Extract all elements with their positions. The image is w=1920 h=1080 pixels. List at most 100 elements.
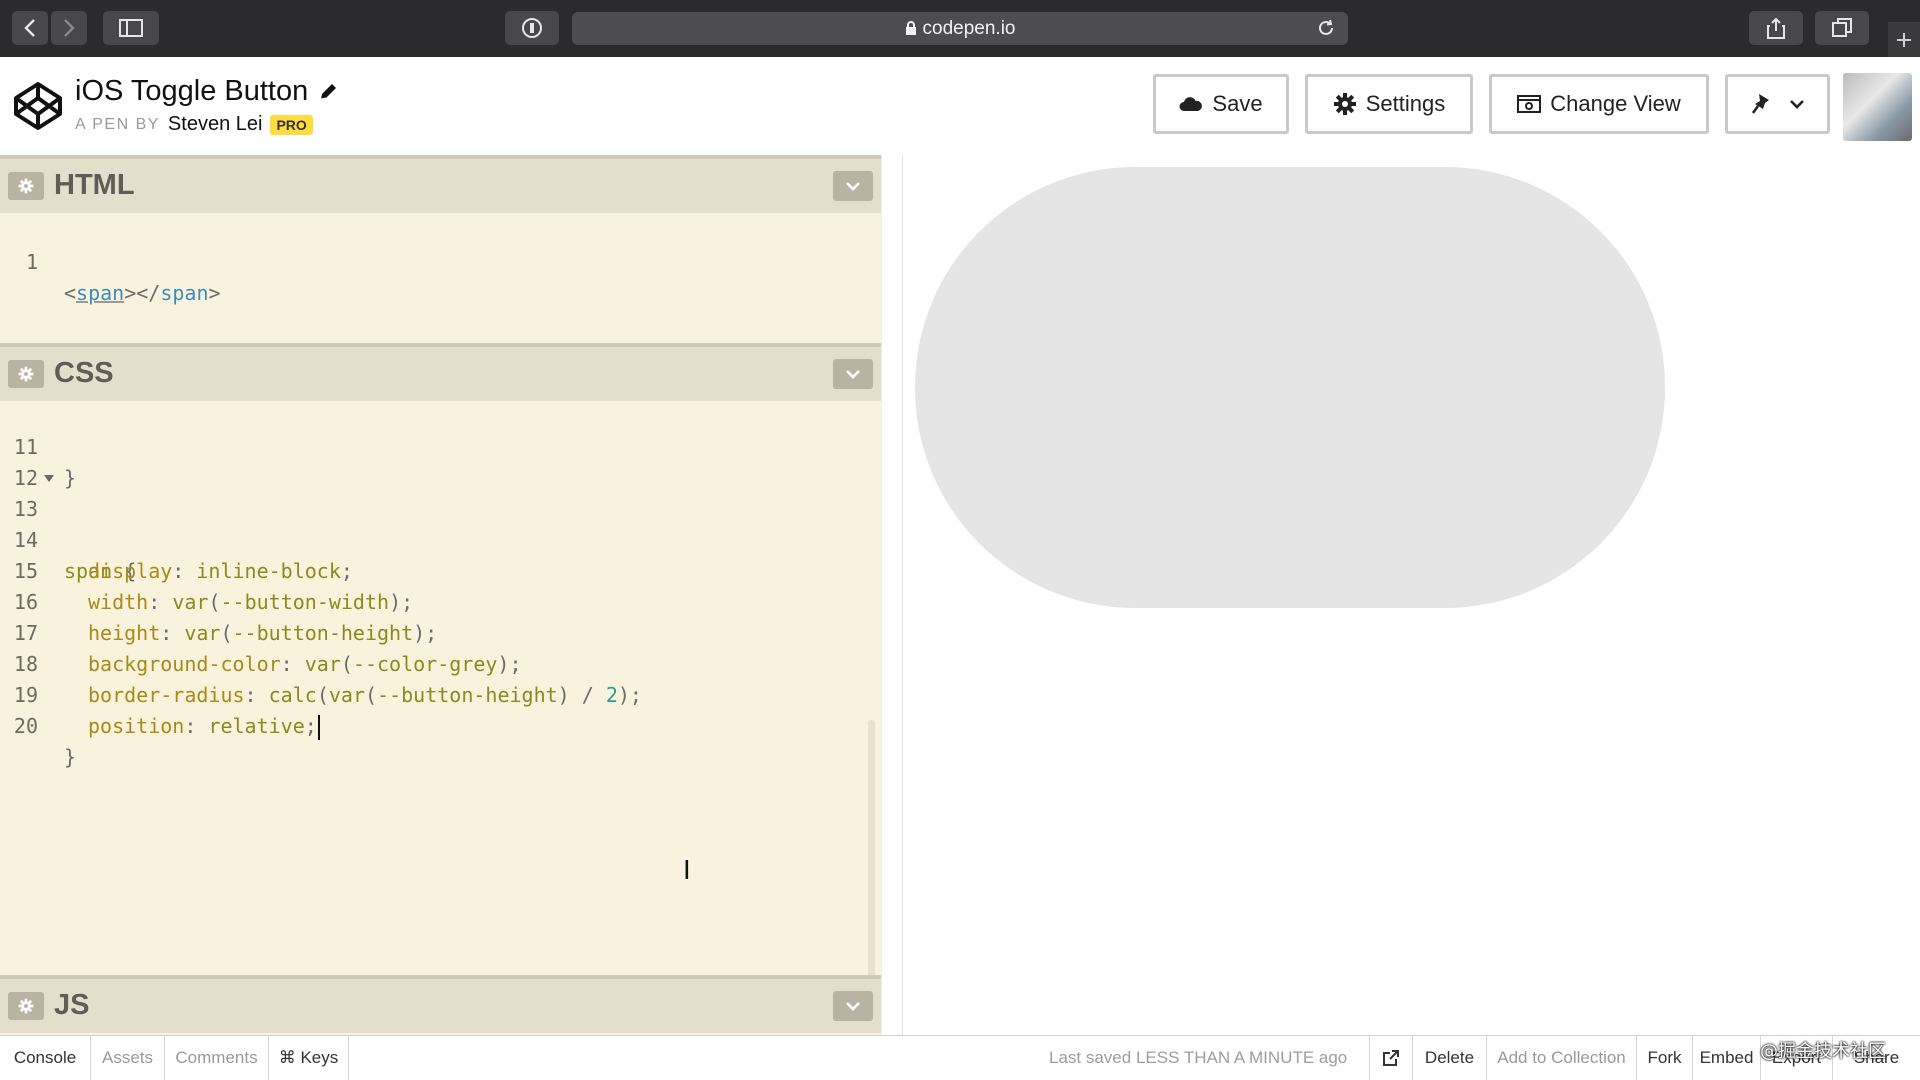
fork-button[interactable]: Fork — [1637, 1036, 1693, 1080]
code-token: < — [64, 281, 77, 305]
css-pane-title: CSS — [54, 357, 114, 389]
gear-icon — [18, 366, 34, 382]
forward-icon — [64, 19, 75, 37]
code-text: position: relative; — [88, 711, 320, 742]
code-token: span — [76, 281, 125, 305]
js-settings-button[interactable] — [8, 992, 44, 1020]
code-line: 14 display: inline-block; — [0, 494, 881, 583]
gear-icon — [18, 998, 34, 1014]
css-pane-header: CSS — [0, 343, 881, 401]
watermark: @掘金技术社区 — [1760, 1041, 1886, 1062]
code-line: 18 border-radius: calc(var(--button-heig… — [0, 618, 881, 707]
gear-icon — [18, 178, 34, 194]
share-button[interactable] — [1749, 11, 1803, 45]
code-token: span — [160, 281, 209, 305]
external-view-button[interactable] — [1369, 1036, 1413, 1080]
pen-byline: A PEN BY Steven Lei PRO — [75, 113, 313, 136]
sidebar-toggle-button[interactable] — [103, 11, 159, 45]
console-button[interactable]: Console — [0, 1036, 91, 1080]
tabs-button[interactable] — [1815, 11, 1869, 45]
tabs-icon — [1832, 18, 1852, 37]
change-view-label: Change View — [1550, 91, 1681, 116]
lock-icon — [905, 21, 916, 35]
save-button[interactable]: Save — [1153, 74, 1289, 134]
settings-label: Settings — [1365, 91, 1446, 116]
codepen-logo[interactable] — [13, 81, 63, 131]
code-line: 17 background-color: var(--color-grey); — [0, 587, 881, 676]
css-settings-button[interactable] — [8, 360, 44, 388]
save-label: Save — [1212, 91, 1263, 116]
css-scrollbar[interactable] — [868, 720, 875, 1002]
js-pane-title: JS — [54, 989, 90, 1021]
html-code-area[interactable]: 1 <span></span> — [0, 213, 881, 341]
chevron-down-icon — [846, 182, 860, 191]
back-button[interactable] — [12, 11, 48, 45]
text-cursor — [317, 715, 320, 740]
gear-icon — [1333, 93, 1356, 115]
code-token: relative — [208, 714, 305, 738]
share-icon — [1767, 17, 1785, 39]
forward-button[interactable] — [51, 11, 87, 45]
assets-button[interactable]: Assets — [91, 1036, 165, 1080]
code-line: 1 <span></span> — [0, 216, 881, 305]
cloud-icon — [1179, 97, 1203, 111]
code-line: 20 } — [0, 680, 881, 769]
sidebar-icon — [119, 19, 143, 37]
add-to-collection-button[interactable]: Add to Collection — [1487, 1036, 1637, 1080]
password-button[interactable] — [505, 11, 559, 45]
code-line: 16 height: var(--button-height); — [0, 556, 881, 645]
embed-button[interactable]: Embed — [1693, 1036, 1761, 1080]
js-collapse-button[interactable] — [833, 991, 873, 1021]
comments-button[interactable]: Comments — [165, 1036, 269, 1080]
line-number: 20 — [13, 714, 38, 738]
delete-button[interactable]: Delete — [1413, 1036, 1487, 1080]
css-collapse-button[interactable] — [833, 359, 873, 389]
pencil-icon[interactable] — [318, 82, 338, 102]
last-saved-status: Last saved LESS THAN A MINUTE ago — [1049, 1048, 1348, 1067]
pro-badge: PRO — [270, 114, 313, 135]
change-view-button[interactable]: Change View — [1489, 74, 1709, 134]
back-icon — [24, 19, 35, 37]
address-bar[interactable]: codepen.io — [572, 12, 1348, 45]
html-pane-header: HTML — [0, 155, 881, 213]
settings-button[interactable]: Settings — [1305, 74, 1473, 134]
text-cursor-icon: I — [683, 856, 691, 886]
password-icon — [522, 18, 542, 38]
change-view-icon — [1517, 95, 1542, 113]
keys-button[interactable]: ⌘ Keys — [269, 1036, 349, 1080]
code-line: 11 } — [0, 401, 881, 490]
author-link[interactable]: Steven Lei — [168, 113, 263, 136]
line-number: 1 — [25, 250, 38, 274]
html-collapse-button[interactable] — [833, 171, 873, 201]
code-line: 19 position: relative; — [0, 649, 881, 740]
resize-handle[interactable] — [881, 155, 903, 1035]
toggle-preview-shape — [915, 167, 1665, 608]
html-pane-title: HTML — [54, 169, 135, 201]
pin-icon — [1751, 94, 1769, 114]
code-line: 13 span { — [0, 463, 881, 583]
code-token: ></ — [124, 281, 161, 305]
code-text: <span></span> — [64, 278, 221, 309]
pen-title[interactable]: iOS Toggle Button — [75, 75, 308, 108]
external-link-icon — [1383, 1050, 1399, 1066]
footer-bar: Console Assets Comments ⌘ Keys Last save… — [0, 1035, 1920, 1080]
editor-column: HTML 1 <span></span> CSS 11 } 12 13 span… — [0, 155, 881, 1035]
code-line: 15 width: var(--button-width); — [0, 525, 881, 614]
chevron-down-icon — [846, 1002, 860, 1011]
user-avatar[interactable] — [1843, 73, 1912, 141]
new-tab-button[interactable] — [1888, 22, 1920, 57]
new-tab-icon — [1897, 32, 1911, 47]
code-line: 12 — [0, 432, 881, 490]
reload-icon[interactable] — [1316, 18, 1336, 38]
code-text: } — [64, 745, 77, 769]
css-code-area[interactable]: 11 } 12 13 span { 14 display: inline-blo… — [0, 401, 881, 969]
chevron-down-icon — [1789, 100, 1804, 109]
html-settings-button[interactable] — [8, 172, 44, 200]
browser-toolbar: codepen.io — [0, 0, 1920, 57]
pen-title-row: iOS Toggle Button — [75, 75, 338, 108]
code-token: position — [88, 714, 185, 738]
url-text: codepen.io — [922, 17, 1016, 39]
fold-arrow-icon[interactable] — [44, 475, 54, 482]
js-pane-header: JS — [0, 975, 881, 1033]
pin-menu-button[interactable] — [1725, 74, 1830, 134]
